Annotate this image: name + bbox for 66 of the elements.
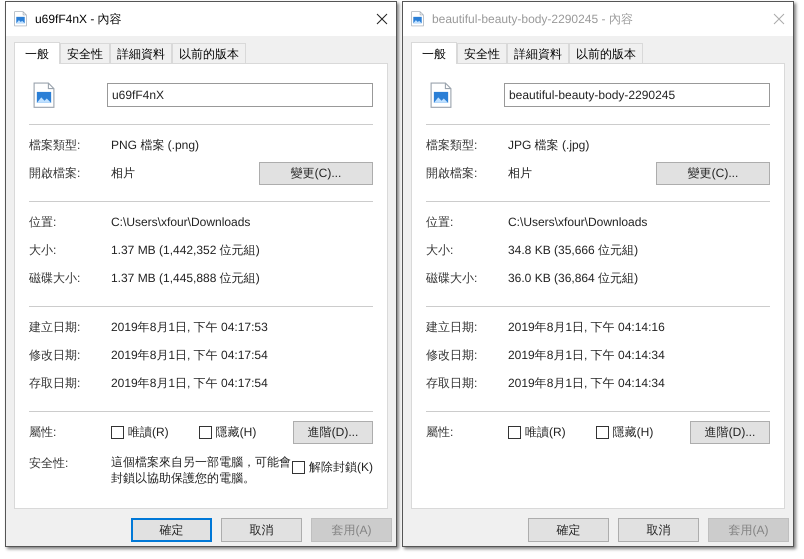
field-value: 34.8 KB (35,666 位元組) [508, 242, 640, 259]
field-label: 開啟檔案: [29, 165, 82, 182]
field-label: 檔案類型: [29, 137, 82, 154]
field-value: JPG 檔案 (.jpg) [508, 137, 590, 154]
dialog-button[interactable]: 取消 [221, 518, 302, 542]
field-label: 檔案類型: [426, 137, 478, 154]
field-value: C:\Users\xfour\Downloads [508, 214, 648, 231]
checkbox[interactable]: 唯讀(R) [111, 423, 169, 441]
field-label: 存取日期: [426, 375, 478, 392]
field-value: C:\Users\xfour\Downloads [111, 214, 252, 231]
tab[interactable]: 詳細資料 [507, 43, 569, 63]
image-file-icon [411, 11, 424, 27]
tab[interactable]: 以前的版本 [569, 43, 643, 63]
checkbox[interactable]: 隱藏(H) [596, 423, 654, 441]
dialog-button[interactable]: 確定 [528, 518, 609, 542]
file-name-field[interactable]: u69fF4nX [107, 83, 373, 107]
window-title: u69fF4nX - 內容 [35, 11, 123, 28]
checkbox[interactable]: 隱藏(H) [198, 423, 256, 441]
window-title: beautiful-beauty-body-2290245 - 內容 [432, 11, 634, 28]
tab[interactable]: 以前的版本 [172, 43, 246, 63]
image-file-icon [33, 82, 55, 108]
field-value: 2019年8月1日, 下午 04:14:16 [508, 319, 666, 336]
field-value: 2019年8月1日, 下午 04:17:54 [111, 347, 269, 364]
field-value: 2019年8月1日, 下午 04:14:34 [508, 375, 666, 392]
dialog-button[interactable]: 取消 [618, 518, 699, 542]
field-label: 屬性: [29, 424, 58, 441]
checkbox[interactable]: 唯讀(R) [508, 423, 566, 441]
field-label: 屬性: [426, 424, 454, 441]
field-label: 大小: [426, 242, 454, 259]
field-label: 磁碟大小: [426, 270, 478, 287]
field-value: 36.0 KB (36,864 位元組) [508, 270, 640, 287]
field-value: PNG 檔案 (.png) [111, 137, 200, 154]
checkbox[interactable]: 解除封鎖(K) [292, 458, 373, 476]
field-label: 安全性: [29, 455, 70, 472]
field-value: 2019年8月1日, 下午 04:17:54 [111, 375, 269, 392]
image-file-icon [430, 82, 452, 108]
field-label: 位置: [426, 214, 454, 231]
file-name-field[interactable]: beautiful-beauty-body-2290245 [504, 83, 770, 107]
dialog-button[interactable]: 確定 [131, 518, 212, 542]
advanced-button[interactable]: 進階(D)... [690, 420, 770, 444]
field-label: 位置: [29, 214, 58, 231]
field-label: 開啟檔案: [426, 165, 478, 182]
field-value: 2019年8月1日, 下午 04:14:34 [508, 347, 666, 364]
tab[interactable]: 安全性 [60, 43, 110, 63]
field-label: 修改日期: [29, 347, 82, 364]
field-value: 1.37 MB (1,442,352 位元組) [111, 242, 261, 259]
tab[interactable]: 一般 [411, 42, 457, 64]
field-label: 大小: [29, 242, 58, 259]
field-label: 修改日期: [426, 347, 478, 364]
close-icon[interactable] [376, 13, 388, 25]
change-button[interactable]: 變更(C)... [259, 162, 373, 184]
security-message: 這個檔案來自另一部電腦，可能會封鎖以協助保護您的電腦。 [111, 454, 292, 486]
tab[interactable]: 安全性 [457, 43, 507, 63]
field-label: 存取日期: [29, 375, 82, 392]
field-value: 相片 [111, 165, 136, 182]
tab[interactable]: 一般 [14, 42, 60, 64]
field-value: 2019年8月1日, 下午 04:17:53 [111, 319, 269, 336]
tab[interactable]: 詳細資料 [110, 43, 172, 63]
image-file-icon [14, 11, 27, 27]
change-button[interactable]: 變更(C)... [656, 162, 770, 184]
field-value: 1.37 MB (1,445,888 位元組) [111, 270, 261, 287]
field-label: 建立日期: [426, 319, 478, 336]
field-label: 磁碟大小: [29, 270, 82, 287]
advanced-button[interactable]: 進階(D)... [293, 420, 373, 444]
field-label: 建立日期: [29, 319, 82, 336]
field-value: 相片 [508, 165, 533, 182]
